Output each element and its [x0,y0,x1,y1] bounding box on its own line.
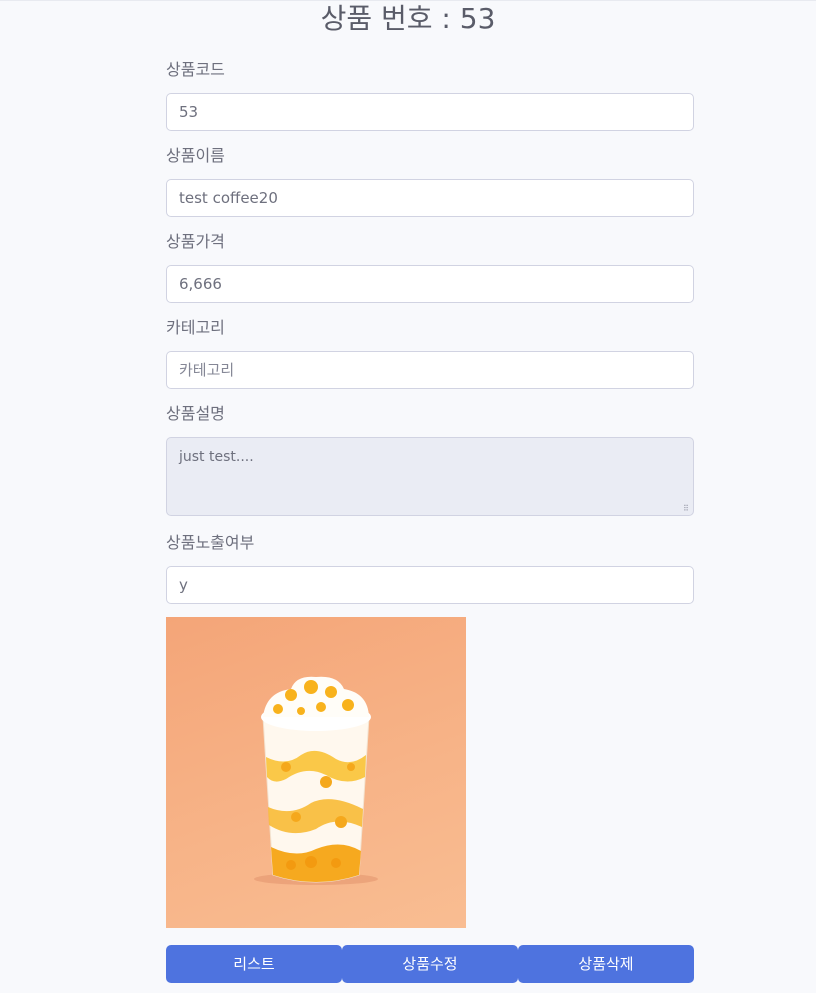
edit-product-button[interactable]: 상품수정 [342,945,518,983]
list-button[interactable]: 리스트 [166,945,342,983]
product-price-input[interactable]: 6,666 [166,265,694,303]
product-code-input[interactable]: 53 [166,93,694,131]
description-label: 상품설명 [166,404,225,423]
product-photo-illustration [254,676,378,885]
product-name-input[interactable]: test coffee20 [166,179,694,217]
product-form: 상품코드 53 상품이름 test coffee20 상품가격 6,666 카테… [166,58,694,928]
delete-product-button[interactable]: 상품삭제 [518,945,694,983]
description-text: just test.... [179,449,254,465]
product-price-label: 상품가격 [166,232,225,251]
resize-grip-icon[interactable]: ⠿ [683,505,691,513]
product-name-label: 상품이름 [166,146,225,165]
product-code-label: 상품코드 [166,60,225,79]
product-image [166,617,466,928]
description-textarea[interactable]: just test.... ⠿ [166,437,694,516]
product-detail-page: 상품 번호 : 53 상품코드 53 상품이름 test coffee20 상품… [0,0,816,993]
category-input[interactable]: 카테고리 [166,351,694,389]
visibility-label: 상품노출여부 [166,533,255,552]
visibility-input[interactable]: y [166,566,694,604]
action-buttons: 리스트 상품수정 상품삭제 [166,945,694,983]
page-title: 상품 번호 : 53 [320,2,496,35]
category-label: 카테고리 [166,318,225,337]
